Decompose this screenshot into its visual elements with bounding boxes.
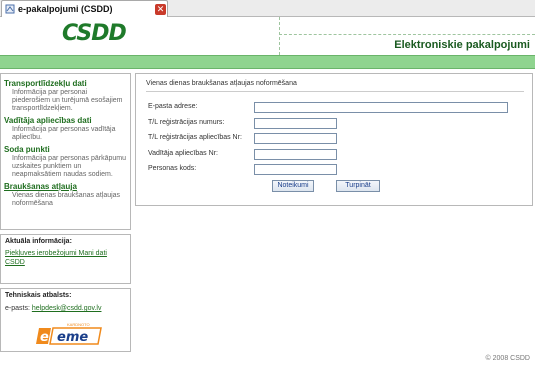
info-heading: Aktuāla informācija: — [5, 238, 72, 245]
support-heading: Tehniskais atbalsts: — [5, 292, 72, 299]
decorative-divider — [279, 34, 535, 35]
divider — [146, 91, 524, 92]
registration-number-label: T/L reģistrācijas numurs: — [148, 119, 225, 126]
support-email-link[interactable]: helpdesk@csdd.gov.lv — [32, 305, 102, 312]
nav-link-vehicles[interactable]: Transportlīdzekļu dati — [4, 79, 127, 89]
driver-license-label: Vadītāja apliecības Nr: — [148, 150, 218, 157]
nav-link-license[interactable]: Vadītāja apliecības dati — [4, 116, 127, 126]
page-title: Elektroniskie pakalpojumi — [394, 39, 530, 51]
current-info-panel: Aktuāla informācija: Piekļuves ierobežoj… — [0, 234, 131, 284]
nav-description: Informācija par personas vadītāja apliec… — [12, 126, 116, 141]
registration-number-field[interactable] — [254, 118, 337, 129]
eme-tagline: KARDNOTO — [67, 322, 90, 327]
nav-description: Informācija par personas pārkāpumu uzska… — [12, 155, 127, 178]
driver-license-field[interactable] — [254, 149, 337, 160]
email-label: E-pasta adrese: — [148, 103, 198, 110]
sidebar-item-license: Vadītāja apliecības dati Informācija par… — [4, 116, 127, 142]
email-field[interactable] — [254, 102, 508, 113]
sidebar-nav: Transportlīdzekļu dati Informācija par p… — [0, 73, 131, 230]
continue-button[interactable]: Turpināt — [336, 180, 380, 192]
terms-button[interactable]: Noteikumi — [272, 180, 314, 192]
nav-link-driving-permit[interactable]: Braukšanas atļauja — [4, 182, 127, 192]
driving-permit-form: Vienas dienas braukšanas atļaujas noform… — [135, 73, 533, 206]
header-bar — [0, 55, 535, 69]
sidebar-item-vehicles: Transportlīdzekļu dati Informācija par p… — [4, 79, 127, 113]
eme-text: eme — [57, 330, 88, 345]
support-contact: e-pasts: helpdesk@csdd.gov.lv — [5, 305, 126, 312]
logo-text: CSDD — [62, 21, 127, 46]
nav-description: Vienas dienas braukšanas atļaujas noform… — [12, 192, 121, 207]
tab-title: e-pakalpojumi (CSDD) — [18, 4, 113, 14]
email-label: e-pasts: — [5, 305, 30, 312]
nav-link-penalty-points[interactable]: Soda punkti — [4, 145, 127, 155]
form-title: Vienas dienas braukšanas atļaujas noform… — [146, 80, 297, 87]
personal-code-label: Personas kods: — [148, 165, 197, 172]
sidebar-item-driving-permit: Braukšanas atļauja Vienas dienas braukša… — [4, 182, 127, 208]
browser-tab-bar: e-pakalpojumi (CSDD) ✕ — [0, 0, 535, 17]
info-link[interactable]: CSDD — [5, 258, 126, 267]
browser-tab[interactable]: e-pakalpojumi (CSDD) ✕ — [1, 0, 168, 17]
registration-certificate-label: T/L reģistrācijas apliecības Nr: — [148, 134, 242, 141]
decorative-divider — [279, 17, 280, 55]
nav-description: Informācija par personai piederošiem un … — [12, 89, 123, 112]
personal-code-field[interactable] — [254, 164, 337, 175]
support-panel: Tehniskais atbalsts: e-pasts: helpdesk@c… — [0, 288, 131, 352]
eme-logo[interactable]: KARDNOTO e eme — [35, 320, 105, 346]
close-tab-icon[interactable]: ✕ — [155, 4, 166, 15]
csdd-logo[interactable]: CSDD — [62, 21, 127, 47]
copyright: © 2008 CSDD — [485, 355, 530, 362]
page-icon — [5, 4, 15, 14]
registration-certificate-field[interactable] — [254, 133, 337, 144]
info-link[interactable]: Piekļuves ierobežojumi Mani dati — [5, 249, 126, 258]
site-header: CSDD Elektroniskie pakalpojumi — [0, 17, 535, 55]
svg-text:e: e — [40, 330, 49, 345]
sidebar-item-penalty-points: Soda punkti Informācija par personas pār… — [4, 145, 127, 179]
